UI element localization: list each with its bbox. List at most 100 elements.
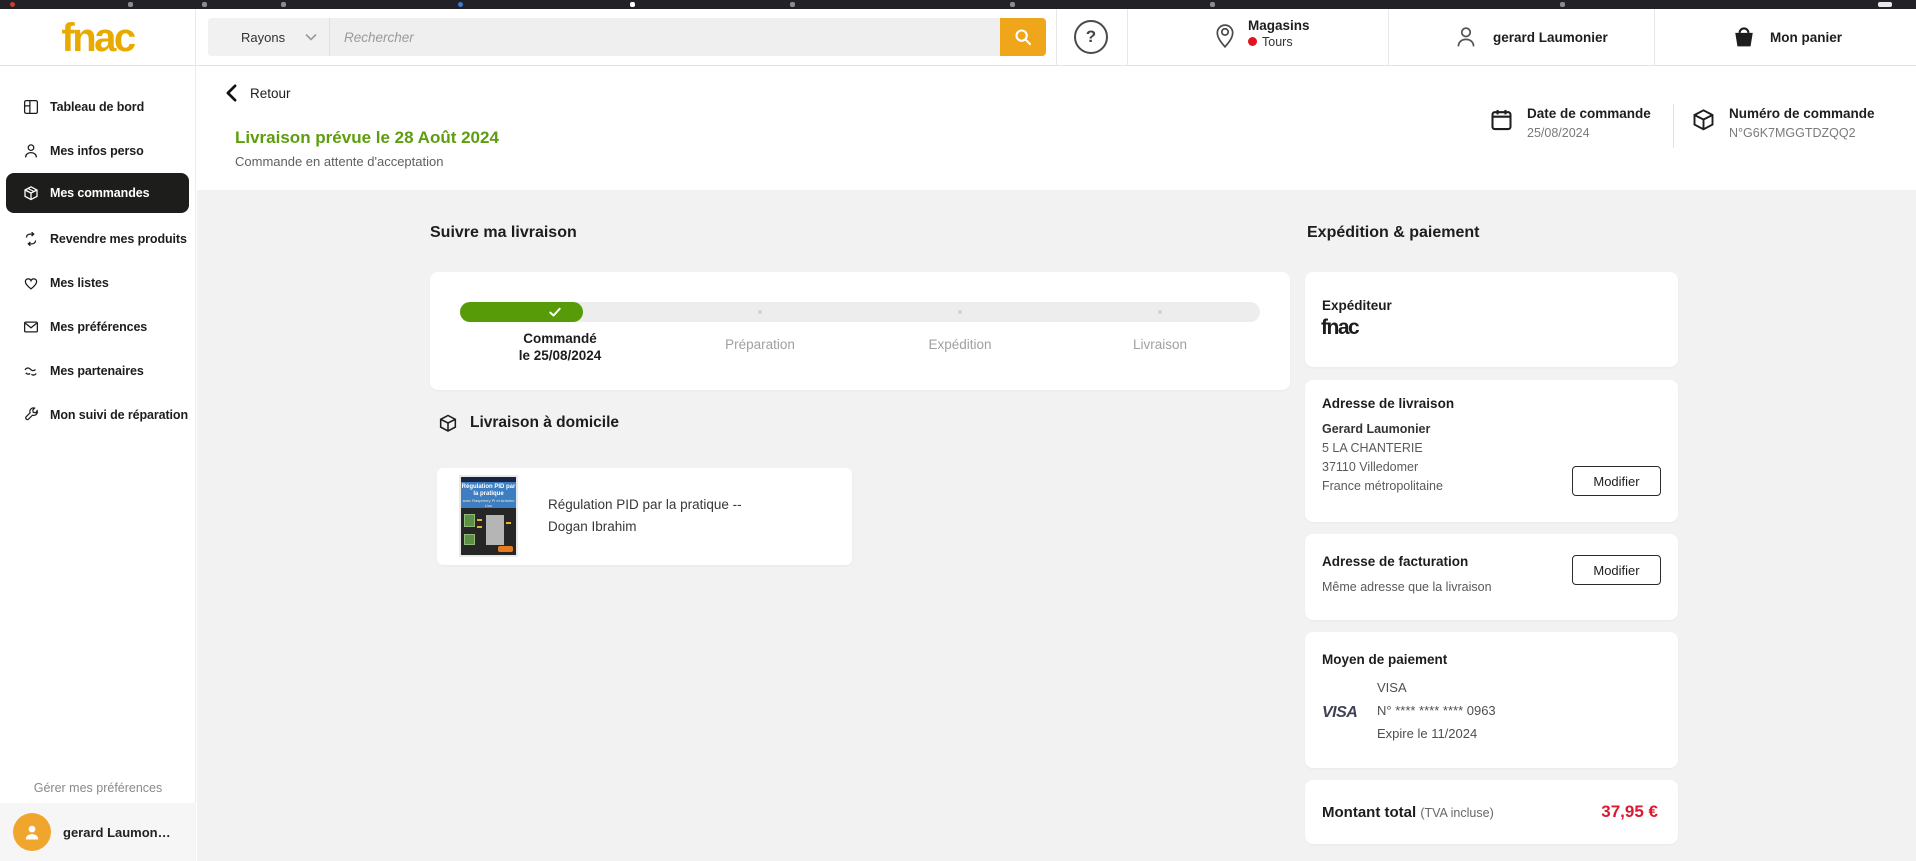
chevron-down-icon — [305, 33, 317, 41]
book-cover-subtitle: avec Raspberry Pi et Arduino Uno — [461, 498, 516, 508]
header-divider — [1127, 9, 1128, 66]
sidebar-item-mes-infos-perso[interactable]: Mes infos perso — [0, 129, 195, 173]
product-image[interactable]: Régulation PID par la pratique avec Rasp… — [459, 475, 518, 557]
dashboard-icon — [22, 98, 40, 116]
account-button[interactable]: gerard Laumonier — [1452, 23, 1608, 51]
sidebar-item-label: Mes infos perso — [50, 144, 144, 158]
category-label: Rayons — [241, 30, 285, 45]
package-icon — [22, 184, 40, 202]
modify-billing-address-button[interactable]: Modifier — [1572, 555, 1661, 585]
help-label: ? — [1086, 27, 1096, 47]
total-note: (TVA incluse) — [1420, 806, 1493, 820]
shipper-name: fnac — [1321, 316, 1358, 340]
step-preparation: Préparation — [660, 330, 860, 364]
header-divider — [1654, 9, 1655, 66]
product-title[interactable]: Régulation PID par la pratique -- Dogan … — [548, 494, 742, 538]
step-sublabel: le 25/08/2024 — [519, 348, 602, 363]
tracking-card: Commandé le 25/08/2024 Préparation Expéd… — [430, 272, 1290, 390]
delivery-address-label: Adresse de livraison — [1322, 396, 1454, 411]
back-chevron-icon — [225, 84, 238, 102]
sidebar-item-label: Revendre mes produits — [50, 232, 187, 246]
step-label: Préparation — [725, 337, 795, 352]
book-cover-title: Régulation PID par la pratique — [461, 484, 516, 498]
sidebar-item-mon-suivi-de-reparation[interactable]: Mon suivi de réparation — [0, 393, 195, 437]
payment-method-label: Moyen de paiement — [1322, 652, 1447, 667]
account-name: gerard Laumonier — [1493, 30, 1608, 45]
progress-dot — [1158, 310, 1162, 314]
person-icon — [22, 142, 40, 160]
package-icon — [1690, 106, 1717, 133]
address-line: 37110 Villedomer — [1322, 460, 1418, 474]
delivery-title: Livraison prévue le 28 Août 2024 — [235, 128, 499, 148]
stores-label: Magasins — [1248, 18, 1310, 33]
search-bar: Rayons — [208, 18, 1046, 56]
card-details: VISA N° **** **** **** 0963 Expire le 11… — [1377, 676, 1496, 745]
cart-button[interactable]: Mon panier — [1730, 23, 1842, 51]
product-card[interactable]: Régulation PID par la pratique avec Rasp… — [437, 468, 852, 565]
billing-address-label: Adresse de facturation — [1322, 554, 1468, 569]
visa-logo: VISA — [1322, 704, 1357, 722]
store-status-dot — [1248, 37, 1257, 46]
header-divider — [1388, 9, 1389, 66]
step-label: Livraison — [1133, 337, 1187, 352]
resell-arrows-icon — [22, 230, 40, 248]
order-number-block: Numéro de commande N°G6K7MGGTDZQQ2 — [1690, 106, 1875, 140]
calendar-icon — [1488, 106, 1515, 133]
delivery-address-lines: Gerard Laumonier 5 LA CHANTERIE 37110 Vi… — [1322, 420, 1443, 496]
total-label-row: Montant total (TVA incluse) — [1322, 804, 1494, 821]
sidebar-item-mes-listes[interactable]: Mes listes — [0, 261, 195, 305]
product-author: Dogan Ibrahim — [548, 519, 637, 534]
meta-divider — [1673, 104, 1674, 148]
sidebar-user-name: gerard Laumon… — [63, 825, 171, 840]
manage-preferences-link[interactable]: Gérer mes préférences — [0, 781, 196, 795]
location-pin-icon — [1212, 17, 1238, 49]
sidebar-item-tableau-de-bord[interactable]: Tableau de bord — [0, 85, 195, 129]
search-input[interactable] — [330, 18, 1000, 56]
sidebar-item-mes-partenaires[interactable]: Mes partenaires — [0, 349, 195, 393]
order-date-block: Date de commande 25/08/2024 — [1488, 106, 1651, 140]
envelope-icon — [22, 318, 40, 336]
category-dropdown[interactable]: Rayons — [208, 18, 330, 56]
shipment-title: Livraison à domicile — [470, 414, 619, 432]
search-icon — [1012, 26, 1034, 48]
logo-container: fnac — [0, 9, 196, 66]
modify-delivery-address-button[interactable]: Modifier — [1572, 466, 1661, 496]
book-cover-titleband: Régulation PID par la pratique avec Rasp… — [461, 482, 516, 508]
total-card: Montant total (TVA incluse) 37,95 € — [1305, 780, 1678, 844]
step-expedition: Expédition — [860, 330, 1060, 364]
card-type: VISA — [1377, 680, 1407, 695]
handshake-icon — [22, 362, 40, 380]
back-label: Retour — [250, 86, 291, 101]
order-status-text: Commande en attente d'acceptation — [235, 154, 443, 169]
sidebar-item-mes-preferences[interactable]: Mes préférences — [0, 305, 195, 349]
payment-method-card: Moyen de paiement VISA VISA N° **** ****… — [1305, 632, 1678, 768]
progress-dot — [758, 310, 762, 314]
back-link[interactable]: Retour — [225, 84, 291, 102]
stores-button[interactable]: Magasins Tours — [1212, 17, 1310, 49]
shipper-label: Expéditeur — [1322, 298, 1392, 313]
sidebar-user[interactable]: gerard Laumon… — [0, 803, 196, 861]
sidebar-item-label: Mes préférences — [50, 320, 147, 334]
fnac-logo[interactable]: fnac — [61, 18, 133, 58]
recipient-name: Gerard Laumonier — [1322, 422, 1430, 436]
cart-label: Mon panier — [1770, 30, 1842, 45]
avatar — [13, 813, 51, 851]
sidebar-item-label: Mes partenaires — [50, 364, 144, 378]
help-button[interactable]: ? — [1074, 20, 1108, 54]
search-button[interactable] — [1000, 18, 1046, 56]
sidebar-item-mes-commandes[interactable]: Mes commandes — [6, 173, 189, 213]
address-line: France métropolitaine — [1322, 479, 1443, 493]
progress-fill — [460, 302, 583, 322]
step-commande: Commandé le 25/08/2024 — [460, 330, 660, 364]
shipper-card: Expéditeur fnac — [1305, 272, 1678, 367]
delivery-address-card: Adresse de livraison Gerard Laumonier 5 … — [1305, 380, 1678, 522]
address-line: 5 LA CHANTERIE — [1322, 441, 1423, 455]
step-label: Commandé — [523, 331, 597, 346]
browser-chrome-strip — [0, 0, 1916, 9]
sidebar: Tableau de bord Mes infos perso Mes comm… — [0, 66, 196, 861]
payment-panel-title: Expédition & paiement — [1307, 224, 1479, 242]
header-divider — [1056, 9, 1057, 66]
sidebar-item-revendre-mes-produits[interactable]: Revendre mes produits — [0, 217, 195, 261]
product-title-line: Régulation PID par la pratique -- — [548, 497, 742, 512]
sidebar-item-label: Tableau de bord — [50, 100, 144, 114]
